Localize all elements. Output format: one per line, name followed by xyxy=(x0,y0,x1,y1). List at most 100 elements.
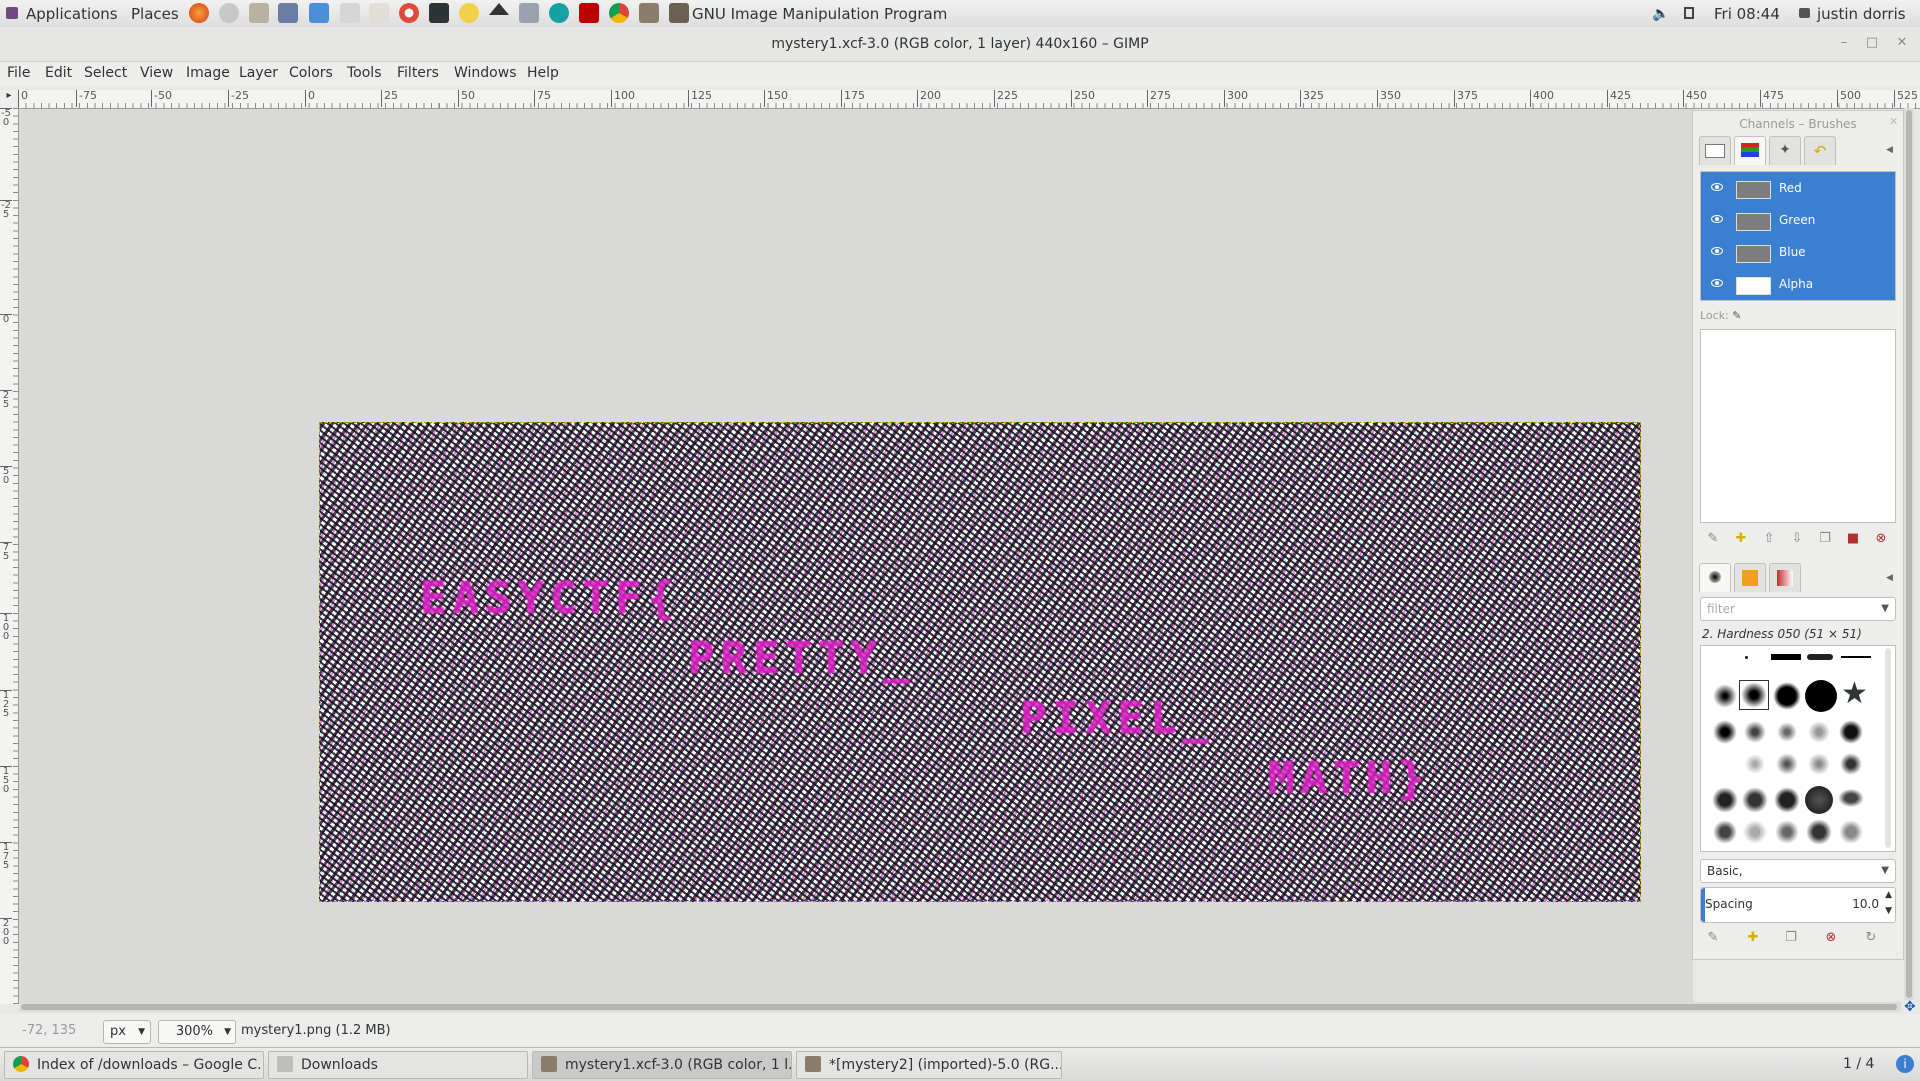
brush-item[interactable] xyxy=(1711,786,1739,814)
workspace-indicator[interactable]: 1 / 4 xyxy=(1843,1056,1874,1072)
visibility-eye-icon[interactable] xyxy=(1711,279,1723,287)
brush-item[interactable] xyxy=(1711,718,1739,746)
edit-channel-icon[interactable]: ✎ xyxy=(1705,531,1721,547)
increment-icon[interactable]: ▲ xyxy=(1885,890,1892,900)
channel-row-red[interactable]: Red xyxy=(1701,172,1895,204)
unit-select[interactable]: px ▼ xyxy=(103,1020,151,1044)
zoom-select[interactable]: 300% ▼ xyxy=(158,1020,236,1044)
tab-undo-history[interactable]: ↶ xyxy=(1804,136,1836,165)
tab-menu-icon[interactable]: ◀ xyxy=(1886,573,1893,583)
inkscape-icon[interactable] xyxy=(489,3,509,15)
tab-patterns[interactable] xyxy=(1734,563,1766,592)
window-titlebar[interactable]: mystery1.xcf-3.0 (RGB color, 1 layer) 44… xyxy=(0,27,1920,62)
firefox-icon[interactable] xyxy=(189,3,209,23)
close-icon[interactable]: ✕ xyxy=(1889,115,1898,128)
menu-edit[interactable]: Edit xyxy=(45,65,72,81)
maximize-button[interactable]: □ xyxy=(1863,35,1881,51)
help-icon[interactable] xyxy=(399,3,419,23)
brush-item[interactable] xyxy=(1837,788,1865,808)
brush-item[interactable] xyxy=(1805,680,1837,712)
star-brush-icon[interactable]: ★ xyxy=(1841,679,1869,709)
menu-help[interactable]: Help xyxy=(527,65,559,81)
brush-item[interactable] xyxy=(1805,786,1833,814)
chrome-icon[interactable] xyxy=(609,3,629,23)
volume-icon[interactable]: 🔈 xyxy=(1652,6,1669,22)
brush-item[interactable] xyxy=(1741,786,1769,814)
spacing-slider[interactable]: Spacing 10.0 ▲ ▼ xyxy=(1700,887,1896,923)
tab-layers[interactable] xyxy=(1699,136,1731,165)
image-canvas[interactable]: EASYCTF{ PRETTY_ PIXEL_ MATH} xyxy=(319,422,1641,902)
brush-preset-select[interactable]: Basic, ▼ xyxy=(1700,859,1896,883)
visibility-eye-icon[interactable] xyxy=(1711,247,1723,255)
task-gimp-mystery1[interactable]: mystery1.xcf-3.0 (RGB color, 1 l... xyxy=(532,1051,792,1079)
file-icon[interactable] xyxy=(340,3,360,23)
brush-item-selected[interactable] xyxy=(1739,680,1769,710)
brush-item[interactable] xyxy=(1741,718,1769,746)
disk-icon[interactable] xyxy=(249,3,269,23)
user-menu[interactable]: justin dorris xyxy=(1817,5,1906,23)
menu-colors[interactable]: Colors xyxy=(289,65,333,81)
tab-menu-icon[interactable]: ◀ xyxy=(1886,145,1893,155)
brush-item[interactable] xyxy=(1741,750,1769,778)
menu-tools[interactable]: Tools xyxy=(347,65,382,81)
delete-brush-icon[interactable]: ⊗ xyxy=(1823,930,1839,946)
delete-channel-icon[interactable]: ⊗ xyxy=(1873,531,1889,547)
gimp-icon[interactable] xyxy=(639,3,659,23)
channel-row-green[interactable]: Green xyxy=(1701,204,1895,236)
text-editor-icon[interactable] xyxy=(369,3,389,23)
horizontal-scrollbar[interactable] xyxy=(19,1002,1901,1012)
info-icon[interactable]: i xyxy=(1896,1055,1914,1073)
tab-channels[interactable] xyxy=(1734,136,1766,165)
vertical-scrollbar[interactable] xyxy=(1904,108,1914,1000)
brush-item[interactable] xyxy=(1805,818,1833,846)
tab-paths[interactable]: ✦ xyxy=(1769,136,1801,165)
brush-item[interactable] xyxy=(1741,818,1769,846)
applications-menu[interactable]: Applications xyxy=(26,5,118,23)
decrement-icon[interactable]: ▼ xyxy=(1885,906,1892,916)
task-chrome[interactable]: Index of /downloads – Google C... xyxy=(4,1051,264,1079)
network-icon[interactable] xyxy=(219,3,239,23)
edit-brush-icon[interactable]: ✎ xyxy=(1705,930,1721,946)
brush-item[interactable] xyxy=(1805,750,1833,778)
duplicate-brush-icon[interactable]: ❐ xyxy=(1783,930,1799,946)
menu-select[interactable]: Select xyxy=(84,65,127,81)
arduino-icon[interactable] xyxy=(549,3,569,23)
brush-item[interactable] xyxy=(1841,656,1871,658)
minimize-button[interactable]: – xyxy=(1835,35,1853,51)
brush-item[interactable] xyxy=(1773,682,1801,710)
channel-row-blue[interactable]: Blue xyxy=(1701,236,1895,268)
raise-channel-icon[interactable]: ⇧ xyxy=(1761,531,1777,547)
brush-item[interactable] xyxy=(1771,654,1801,660)
document-icon[interactable] xyxy=(309,3,329,23)
brush-item[interactable] xyxy=(1837,750,1865,778)
channel-to-selection-icon[interactable]: ■ xyxy=(1845,531,1861,547)
scroll-thumb[interactable] xyxy=(1906,110,1912,998)
task-gimp-mystery2[interactable]: *[mystery2] (imported)-5.0 (RG... xyxy=(796,1051,1062,1079)
scroll-thumb[interactable] xyxy=(21,1004,1897,1010)
brush-item[interactable] xyxy=(1773,786,1801,814)
task-downloads[interactable]: Downloads xyxy=(268,1051,528,1079)
brush-item[interactable] xyxy=(1807,654,1833,660)
bug-icon[interactable] xyxy=(459,3,479,23)
channel-row-alpha[interactable]: Alpha xyxy=(1701,268,1895,300)
active-app-name[interactable]: GNU Image Manipulation Program xyxy=(692,5,947,23)
channels-list[interactable]: Red Green Blue Alpha xyxy=(1700,171,1896,301)
lower-channel-icon[interactable]: ⇩ xyxy=(1789,531,1805,547)
notes-icon[interactable] xyxy=(519,3,539,23)
clock[interactable]: Fri 08:44 xyxy=(1714,5,1780,23)
menu-windows[interactable]: Windows xyxy=(454,65,517,81)
brush-item[interactable] xyxy=(1837,718,1865,746)
menu-view[interactable]: View xyxy=(140,65,173,81)
brush-item[interactable] xyxy=(1773,750,1801,778)
brush-filter-input[interactable]: filter ▼ xyxy=(1700,597,1896,621)
new-channel-icon[interactable]: ✚ xyxy=(1733,531,1749,547)
menu-filters[interactable]: Filters xyxy=(397,65,439,81)
brush-item[interactable] xyxy=(1711,818,1739,846)
filezilla-icon[interactable] xyxy=(579,3,599,23)
brush-lock-icon[interactable]: ✎ xyxy=(1732,309,1741,322)
places-menu[interactable]: Places xyxy=(131,5,179,23)
visibility-eye-icon[interactable] xyxy=(1711,183,1723,191)
duplicate-channel-icon[interactable]: ❐ xyxy=(1817,531,1833,547)
vertical-ruler[interactable]: -50 -25 0 25 50 75 100 125 150 175 200 xyxy=(0,108,19,1004)
canvas-area[interactable]: EASYCTF{ PRETTY_ PIXEL_ MATH} xyxy=(19,109,1693,1002)
